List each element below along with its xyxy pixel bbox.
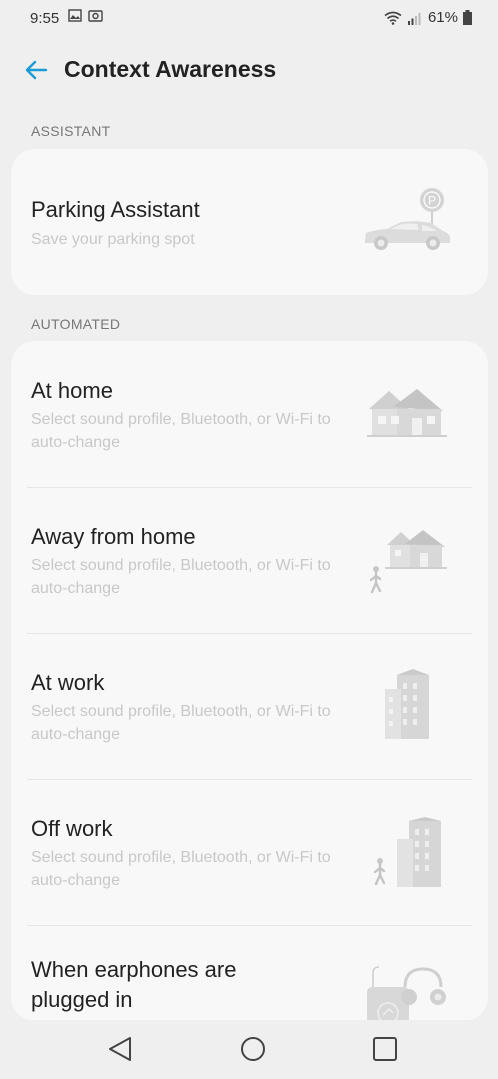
recents-square-icon <box>373 1037 397 1061</box>
item-title: Away from home <box>31 524 196 549</box>
svg-text:P: P <box>428 194 436 208</box>
away-from-home-item[interactable]: Away from home Select sound profile, Blu… <box>11 487 488 633</box>
app-header: Context Awareness <box>0 40 498 100</box>
automated-card: At home Select sound profile, Bluetooth,… <box>11 341 488 1021</box>
item-subtitle: Select sound profile, Bluetooth, or Wi-F… <box>31 411 331 451</box>
nav-recents-button[interactable] <box>370 1034 400 1064</box>
status-time: 9:55 <box>30 10 60 27</box>
item-subtitle: Select sound profile, Bluetooth, or Wi-F… <box>31 849 331 889</box>
navigation-bar <box>0 1020 498 1079</box>
image-icon <box>68 9 82 22</box>
wifi-icon <box>384 11 402 25</box>
item-title: At work <box>31 670 105 695</box>
battery-percent: 61% <box>427 9 458 26</box>
parked-car-icon: P <box>365 188 450 250</box>
parking-assistant-item[interactable]: Parking Assistant Save your parking spot… <box>11 149 488 295</box>
back-arrow-icon <box>25 60 48 80</box>
item-title: When earphones are plugged in <box>31 957 237 1012</box>
item-title: At home <box>31 378 113 403</box>
status-bar: 9:55 61% <box>0 0 498 36</box>
at-work-item[interactable]: At work Select sound profile, Bluetooth,… <box>11 633 488 779</box>
walking-from-building-icon <box>373 817 441 887</box>
back-button[interactable] <box>22 56 52 84</box>
item-title: Parking Assistant <box>31 197 200 222</box>
off-work-item[interactable]: Off work Select sound profile, Bluetooth… <box>11 779 488 925</box>
earphones-icon <box>367 966 446 1021</box>
home-circle-icon <box>241 1037 265 1061</box>
signal-icon <box>407 12 421 25</box>
assistant-card: Parking Assistant Save your parking spot… <box>11 149 488 295</box>
page-title: Context Awareness <box>64 56 277 82</box>
earphones-item[interactable]: When earphones are plugged in <box>11 925 488 1021</box>
section-label-assistant: ASSISTANT <box>31 123 111 139</box>
item-subtitle: Select sound profile, Bluetooth, or Wi-F… <box>31 703 331 743</box>
office-building-icon <box>385 669 429 739</box>
nav-back-button[interactable] <box>105 1034 135 1064</box>
section-label-automated: AUTOMATED <box>31 316 121 332</box>
item-subtitle: Select sound profile, Bluetooth, or Wi-F… <box>31 557 331 597</box>
at-home-item[interactable]: At home Select sound profile, Bluetooth,… <box>11 341 488 487</box>
back-triangle-icon <box>109 1037 131 1061</box>
screenshot-icon <box>88 10 103 22</box>
walking-from-house-icon <box>369 530 447 594</box>
item-title: Off work <box>31 816 113 841</box>
nav-home-button[interactable] <box>238 1034 268 1064</box>
house-icon <box>367 389 447 437</box>
item-subtitle: Save your parking spot <box>31 231 195 248</box>
battery-icon <box>463 10 472 25</box>
